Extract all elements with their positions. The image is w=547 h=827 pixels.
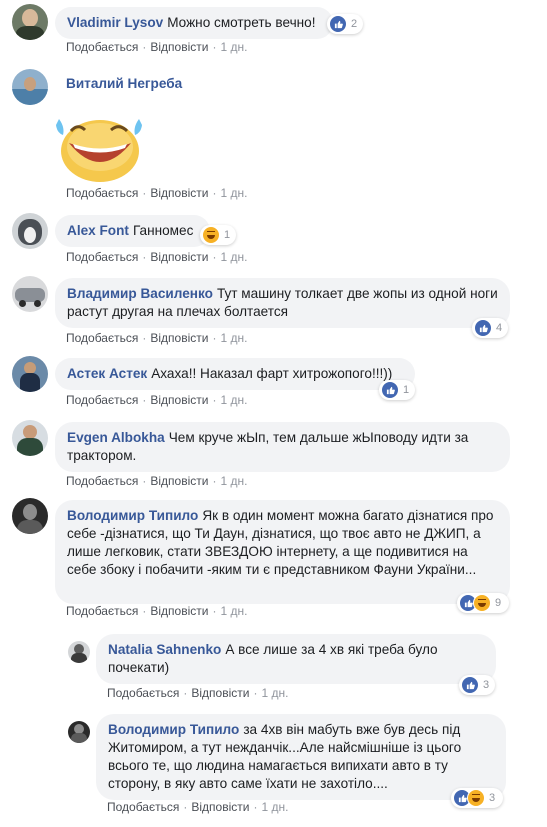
comment-timestamp[interactable]: 1 дн. — [220, 250, 247, 264]
comment-timestamp[interactable]: 1 дн. — [220, 393, 247, 407]
like-link[interactable]: Подобається — [66, 474, 138, 488]
comment-text: Можно смотреть вечно! — [167, 15, 316, 30]
reply-link[interactable]: Відповісти — [191, 686, 249, 700]
comment-bubble: Vladimir Lysov Можно смотреть вечно! — [55, 7, 333, 39]
haha-reaction-icon — [467, 789, 485, 807]
comment-actions: Подобається · Відповісти · 1 дн. — [107, 800, 289, 814]
reply-link[interactable]: Відповісти — [150, 186, 208, 200]
reply-link[interactable]: Відповісти — [150, 250, 208, 264]
comment-text: Ганномес — [132, 223, 194, 238]
reaction-summary[interactable]: 9 — [457, 593, 509, 613]
reaction-summary[interactable]: 3 — [451, 788, 503, 808]
comment-author[interactable]: Володимир Типило — [108, 722, 239, 737]
comment-actions: Подобається · Відповісти · 1 дн. — [66, 604, 248, 618]
like-link[interactable]: Подобається — [66, 40, 138, 54]
reply-bubble: Володимир Типило за 4хв він мабуть вже бу… — [96, 714, 506, 800]
comment-actions: Подобається · Відповісти · 1 дн. — [66, 331, 248, 345]
like-reaction-icon — [381, 381, 399, 399]
like-link[interactable]: Подобається — [107, 686, 179, 700]
haha-reaction-icon — [473, 594, 491, 612]
comment-bubble: Alex Font Ганномес — [55, 215, 210, 247]
like-link[interactable]: Подобається — [107, 800, 179, 814]
like-link[interactable]: Подобається — [66, 250, 138, 264]
like-link[interactable]: Подобається — [66, 186, 138, 200]
comment-author[interactable]: Астек Астек — [67, 366, 147, 381]
comment-bubble: Владимир Василенко Тут машину толкает две… — [55, 278, 510, 328]
comment-timestamp[interactable]: 1 дн. — [220, 40, 247, 54]
comment-text: Ахаха!! Наказал фарт хитрожопого!!!)) — [151, 366, 393, 381]
comment-timestamp[interactable]: 1 дн. — [220, 331, 247, 345]
comment-author-row: Виталий Негреба — [66, 76, 186, 91]
comment-actions: Подобається · Відповісти · 1 дн. — [66, 393, 248, 407]
reply-link[interactable]: Відповісти — [150, 40, 208, 54]
comment-author[interactable]: Alex Font — [67, 223, 129, 238]
comment-actions: Подобається · Відповісти · 1 дн. — [66, 40, 248, 54]
reaction-count: 9 — [495, 597, 502, 609]
like-link[interactable]: Подобається — [66, 331, 138, 345]
reaction-count: 3 — [489, 792, 496, 804]
comment-actions: Подобається · Відповісти · 1 дн. — [66, 474, 248, 488]
comment-actions: Подобається · Відповісти · 1 дн. — [107, 686, 289, 700]
reaction-summary[interactable]: 1 — [379, 380, 415, 400]
comment-actions: Подобається · Відповісти · 1 дн. — [66, 186, 248, 200]
reply-link[interactable]: Відповісти — [191, 800, 249, 814]
like-reaction-icon — [474, 319, 492, 337]
avatar[interactable] — [12, 356, 48, 392]
comment-timestamp[interactable]: 1 дн. — [261, 800, 288, 814]
comment-timestamp[interactable]: 1 дн. — [261, 686, 288, 700]
reaction-count: 4 — [496, 322, 503, 334]
reply-link[interactable]: Відповісти — [150, 604, 208, 618]
reaction-count: 3 — [483, 679, 490, 691]
avatar[interactable] — [12, 498, 48, 534]
reaction-count: 2 — [351, 18, 358, 30]
like-reaction-icon — [461, 676, 479, 694]
reply-link[interactable]: Відповісти — [150, 331, 208, 345]
like-link[interactable]: Подобається — [66, 393, 138, 407]
avatar[interactable] — [12, 69, 48, 105]
laughing-face-sticker — [53, 113, 143, 183]
comment-timestamp[interactable]: 1 дн. — [220, 186, 247, 200]
comment-author[interactable]: Владимир Василенко — [67, 286, 213, 301]
reaction-summary[interactable]: 2 — [327, 14, 363, 34]
avatar[interactable] — [12, 213, 48, 249]
comment-author[interactable]: Виталий Негреба — [66, 76, 182, 91]
like-reaction-icon — [329, 15, 347, 33]
comment-actions: Подобається · Відповісти · 1 дн. — [66, 250, 248, 264]
comment-author[interactable]: Natalia Sahnenko — [108, 642, 221, 657]
comment-author[interactable]: Володимир Типило — [67, 508, 198, 523]
comment-author[interactable]: Vladimir Lysov — [67, 15, 163, 30]
avatar[interactable] — [68, 721, 90, 743]
reply-link[interactable]: Відповісти — [150, 393, 208, 407]
reaction-count: 1 — [224, 229, 231, 241]
reply-bubble: Natalia Sahnenko А все лише за 4 хв які т… — [96, 634, 496, 684]
avatar[interactable] — [68, 641, 90, 663]
reaction-summary[interactable]: 4 — [472, 318, 508, 338]
reaction-summary[interactable]: 1 — [200, 225, 236, 245]
reaction-summary[interactable]: 3 — [459, 675, 495, 695]
comment-bubble: Володимир Типило Як в один момент можна б… — [55, 500, 510, 604]
avatar[interactable] — [12, 276, 48, 312]
comment-author[interactable]: Evgen Albokha — [67, 430, 165, 445]
comment-timestamp[interactable]: 1 дн. — [220, 474, 247, 488]
reaction-count: 1 — [403, 384, 410, 396]
comment-bubble: Астек Астек Ахаха!! Наказал фарт хитрожоп… — [55, 358, 415, 390]
haha-reaction-icon — [202, 226, 220, 244]
comment-timestamp[interactable]: 1 дн. — [220, 604, 247, 618]
avatar[interactable] — [12, 4, 48, 40]
avatar[interactable] — [12, 420, 48, 456]
reply-link[interactable]: Відповісти — [150, 474, 208, 488]
like-link[interactable]: Подобається — [66, 604, 138, 618]
comment-bubble: Evgen Albokha Чем круче жЫп, тем дальше ж… — [55, 422, 510, 472]
